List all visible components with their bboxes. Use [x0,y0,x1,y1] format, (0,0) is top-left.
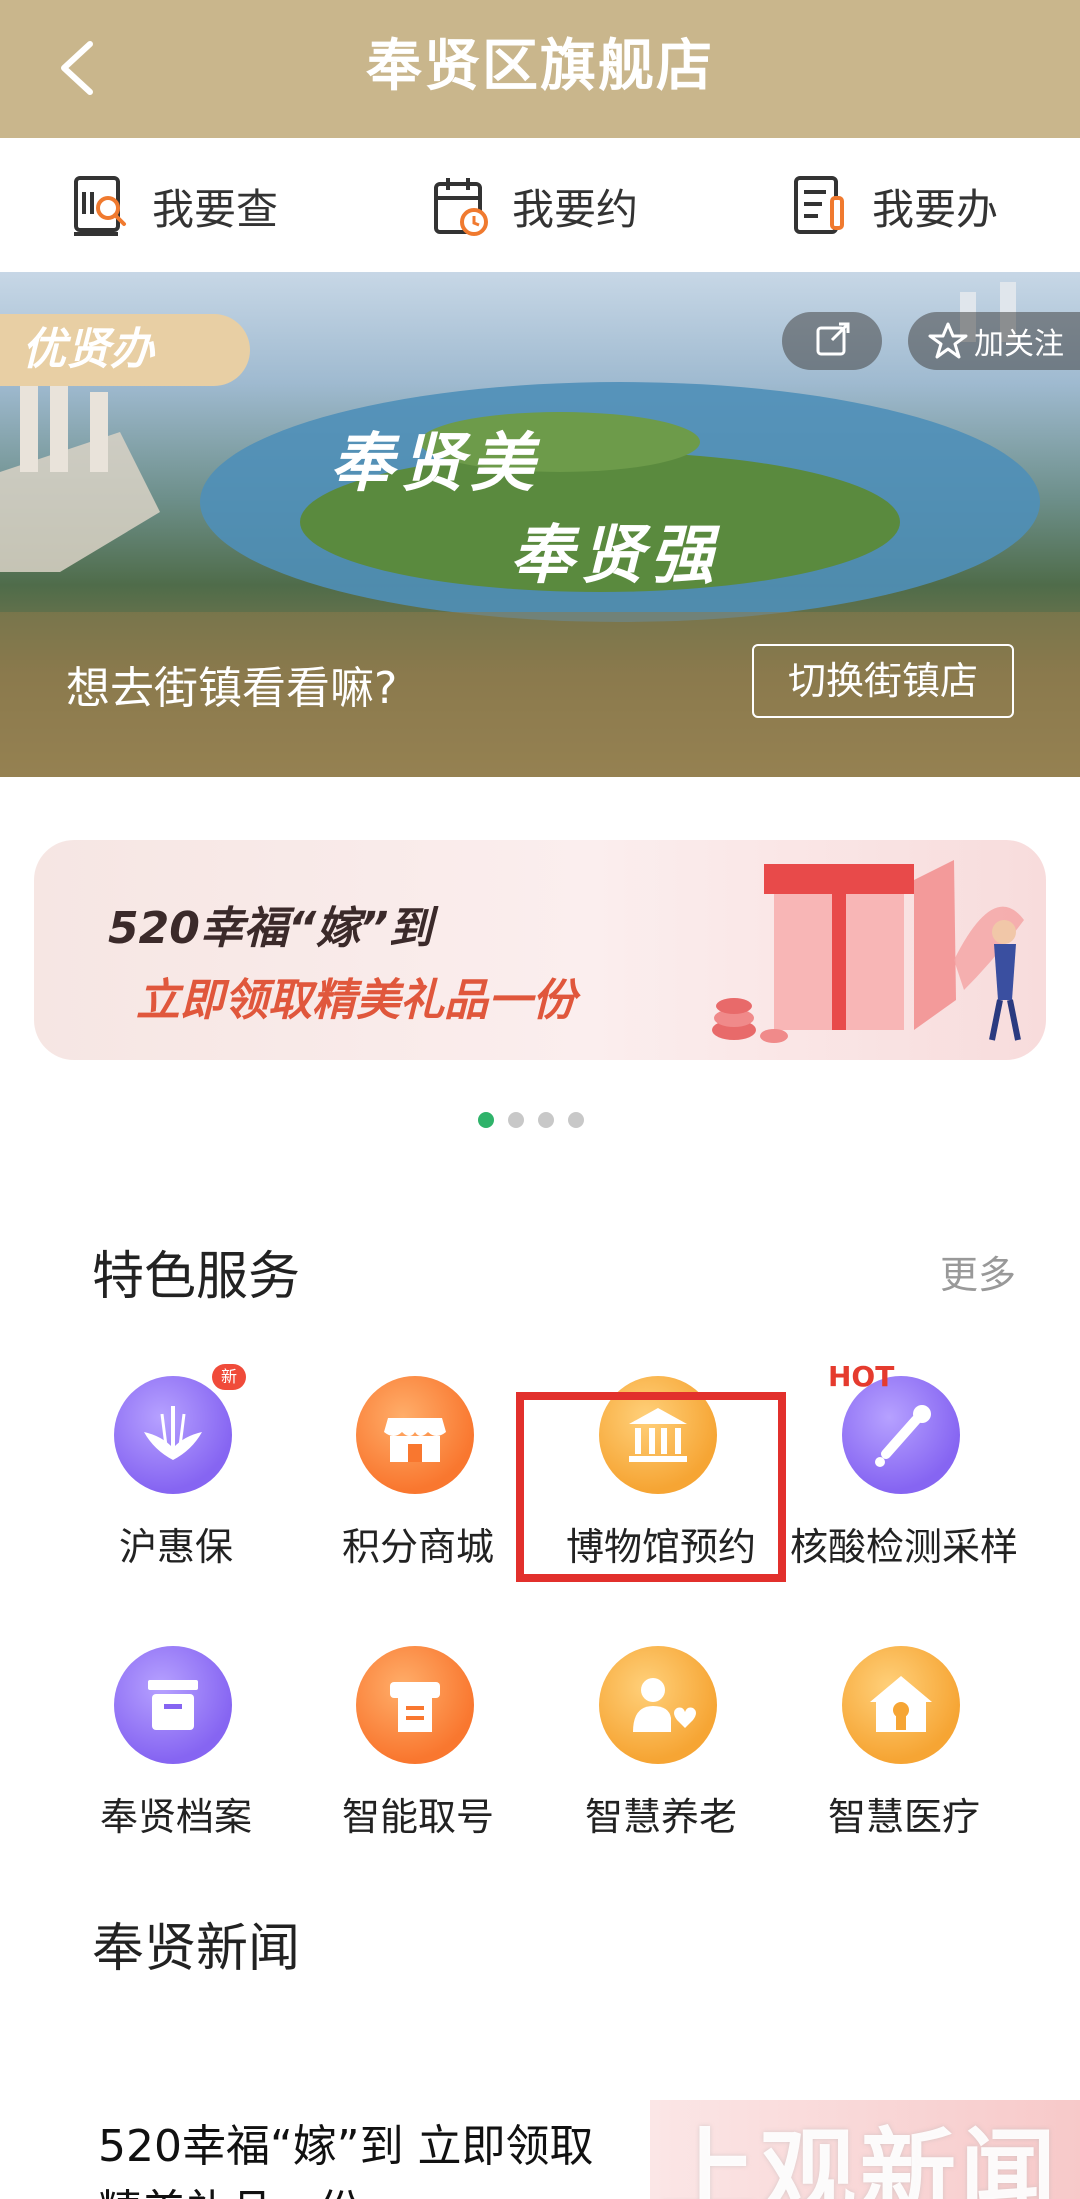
carousel-dot[interactable] [508,1112,524,1128]
featured-services-title: 特色服务 [92,1247,301,1307]
quick-nav-search[interactable]: 我要查 [72,174,278,238]
share-icon [816,322,850,356]
dropper-icon [842,1376,960,1494]
quick-nav-bar: 我要查 我要约 我要办 [0,138,1080,272]
calendar-clock-icon [432,174,490,238]
service-nucleic-acid-test[interactable]: 核酸检测采样 [784,1376,1024,1576]
follow-button[interactable]: 加关注 [908,312,1080,370]
quick-nav-appointment-label: 我要约 [512,184,639,234]
news-item-title-line2[interactable]: 精美礼品一份 [98,2175,362,2199]
quick-nav-handle[interactable]: 我要办 [792,174,998,238]
medical-house-icon [842,1646,960,1764]
district-banner[interactable]: 优贤办 加关注 奉贤美 奉贤强 想去街镇看看嘛? 切换街镇店 [0,272,1080,777]
app-header: 奉贤区旗舰店 [0,0,1080,138]
promo-carousel-slide[interactable]: 520幸福“嫁”到 立即领取精美礼品一份 [34,840,1046,1060]
elder-heart-icon [599,1646,717,1764]
slogan-line1: 奉贤美 [330,426,540,501]
service-huhuibao[interactable]: 沪惠保 [56,1376,296,1576]
watermark-text: 上观新闻 [660,2118,1060,2199]
carousel-dot[interactable] [538,1112,554,1128]
hot-badge: HOT [828,1360,895,1393]
quick-nav-appointment[interactable]: 我要约 [432,174,638,238]
promo-subline: 立即领取精美礼品一份 [136,975,576,1026]
service-label: 核酸检测采样 [789,1525,1018,1569]
service-fengxian-archive[interactable]: 奉贤档案 [56,1646,296,1846]
star-icon [928,322,968,359]
share-button[interactable] [782,312,882,370]
quick-nav-search-label: 我要查 [152,184,279,234]
switch-town-button[interactable]: 切换街镇店 [752,644,1014,718]
more-link[interactable]: 更多 [940,1244,1016,1299]
gift-illustration [712,860,1024,1043]
highlight-box [516,1392,786,1582]
news-item-title[interactable]: 520幸福“嫁”到 立即领取 [98,2110,594,2174]
service-label: 沪惠保 [118,1525,233,1569]
ticket-machine-icon [356,1646,474,1764]
banner-question: 想去街镇看看嘛? [66,663,398,714]
carousel-indicators [478,1112,584,1128]
service-label: 智慧养老 [584,1795,737,1839]
service-label: 奉贤档案 [99,1795,252,1839]
page-title: 奉贤区旗舰店 [366,34,714,99]
lotus-icon [114,1376,232,1494]
search-doc-icon [72,174,130,238]
archive-box-icon [114,1646,232,1764]
store-icon [356,1376,474,1494]
service-label: 智慧医疗 [827,1795,980,1839]
quick-nav-handle-label: 我要办 [872,184,999,234]
service-label: 智能取号 [341,1795,494,1839]
document-pen-icon [792,174,850,238]
service-smart-queue[interactable]: 智能取号 [298,1646,538,1846]
service-smart-medical[interactable]: 智慧医疗 [784,1646,1024,1846]
new-badge: 新 [212,1364,246,1390]
service-label: 积分商城 [341,1525,494,1569]
slogan-line2: 奉贤强 [510,518,720,593]
promo-headline: 520幸福“嫁”到 [108,903,433,954]
carousel-dot[interactable] [568,1112,584,1128]
brand-badge: 优贤办 [0,314,250,386]
news-section-title: 奉贤新闻 [92,1919,301,1979]
service-smart-elderly-care[interactable]: 智慧养老 [541,1646,781,1846]
carousel-dot[interactable] [478,1112,494,1128]
follow-label: 加关注 [974,327,1064,362]
service-points-mall[interactable]: 积分商城 [298,1376,538,1576]
